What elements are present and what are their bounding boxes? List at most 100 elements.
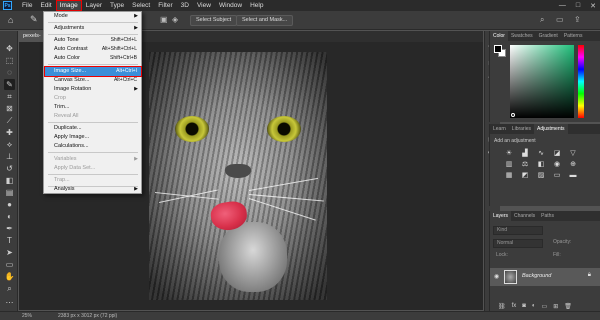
- tab-libraries[interactable]: Libraries: [509, 124, 534, 134]
- path-selection-tool-icon[interactable]: ➤: [4, 247, 15, 258]
- color-lookup-icon[interactable]: ▦: [504, 172, 514, 180]
- pen-tool-icon[interactable]: ✒: [4, 223, 15, 234]
- enhance-edge-icon[interactable]: ◈: [172, 15, 178, 24]
- zoom-level[interactable]: 25%: [22, 312, 32, 320]
- menu-item-image-size[interactable]: Image Size... Alt+Ctrl+I: [44, 66, 142, 77]
- layer-style-icon[interactable]: fx: [512, 303, 517, 310]
- foreground-color-swatch[interactable]: [494, 45, 502, 53]
- menu-item-apply-image[interactable]: Apply Image...: [45, 133, 141, 142]
- menu-filter[interactable]: Filter: [154, 0, 176, 11]
- maximize-icon[interactable]: □: [576, 2, 580, 9]
- color-balance-icon[interactable]: ⚖: [520, 161, 530, 169]
- eyedropper-tool-icon[interactable]: ⟋: [4, 115, 15, 126]
- tab-adjustments[interactable]: Adjustments: [533, 124, 568, 134]
- tab-channels[interactable]: Channels: [511, 211, 538, 221]
- lock-icon[interactable]: 🔒︎: [588, 272, 591, 279]
- clone-stamp-tool-icon[interactable]: ⊥: [4, 151, 15, 162]
- search-icon[interactable]: ⌕: [540, 15, 544, 25]
- lasso-tool-icon[interactable]: ◌: [4, 67, 15, 78]
- more-tools-icon[interactable]: ⋯: [4, 297, 15, 308]
- eraser-tool-icon[interactable]: ◧: [4, 175, 15, 186]
- gradient-map-icon[interactable]: ▬: [568, 172, 578, 180]
- link-layers-icon[interactable]: ⛓: [498, 303, 506, 310]
- document-tab[interactable]: pexels-: [19, 31, 45, 42]
- layer-row-background[interactable]: ◉ Background 🔒︎: [490, 268, 600, 286]
- share-icon[interactable]: ⇪: [574, 15, 581, 24]
- add-mask-icon[interactable]: ◙: [522, 303, 526, 310]
- menu-window[interactable]: Window: [215, 0, 246, 11]
- close-icon[interactable]: ✕: [590, 2, 596, 10]
- quick-selection-tool-icon[interactable]: ✎: [4, 79, 15, 90]
- menu-select[interactable]: Select: [128, 0, 154, 11]
- menu-help[interactable]: Help: [246, 0, 267, 11]
- vibrance-icon[interactable]: ▽: [568, 150, 578, 158]
- tab-layers[interactable]: Layers: [490, 211, 512, 221]
- frame-tool-icon[interactable]: ⊠: [4, 103, 15, 114]
- quick-selection-brush-icon[interactable]: ✎: [30, 14, 38, 25]
- layer-name[interactable]: Background: [522, 273, 551, 279]
- hand-tool-icon[interactable]: ✋: [4, 271, 15, 282]
- menu-layer[interactable]: Layer: [82, 0, 106, 11]
- new-group-icon[interactable]: ▭: [542, 303, 548, 310]
- menu-type[interactable]: Type: [106, 0, 128, 11]
- healing-brush-tool-icon[interactable]: ✚: [4, 127, 15, 138]
- brush-tool-icon[interactable]: ⟡: [4, 139, 15, 150]
- black-white-icon[interactable]: ◧: [536, 161, 546, 169]
- minimize-icon[interactable]: —: [559, 2, 566, 9]
- exposure-icon[interactable]: ◪: [552, 150, 562, 158]
- menu-item-auto-color[interactable]: Auto Color Shift+Ctrl+B: [45, 54, 141, 63]
- tab-gradient[interactable]: Gradient: [536, 31, 561, 41]
- blur-tool-icon[interactable]: ●: [4, 199, 15, 210]
- menu-image[interactable]: Image: [55, 0, 82, 11]
- fill-label[interactable]: Fill:: [550, 252, 590, 261]
- rectangle-tool-icon[interactable]: ▭: [4, 259, 15, 270]
- channel-mixer-icon[interactable]: ⊕: [568, 161, 578, 169]
- menu-edit[interactable]: Edit: [36, 0, 55, 11]
- threshold-icon[interactable]: ▭: [552, 172, 562, 180]
- menu-item-adjustments[interactable]: Adjustments ▶: [45, 24, 141, 33]
- history-brush-tool-icon[interactable]: ↺: [4, 163, 15, 174]
- new-layer-icon[interactable]: ⊞: [553, 303, 558, 310]
- menu-item-auto-tone[interactable]: Auto Tone Shift+Ctrl+L: [45, 36, 141, 45]
- visibility-eye-icon[interactable]: ◉: [494, 273, 499, 280]
- menu-file[interactable]: File: [18, 0, 36, 11]
- dodge-tool-icon[interactable]: ◐: [4, 211, 15, 222]
- tab-learn[interactable]: Learn: [490, 124, 509, 134]
- workspace-icon[interactable]: ▭: [556, 15, 564, 24]
- sample-all-layers-icon[interactable]: ▣: [160, 15, 168, 24]
- posterize-icon[interactable]: ▨: [536, 172, 546, 180]
- marquee-tool-icon[interactable]: ⬚: [4, 55, 15, 66]
- color-picker-cursor[interactable]: [511, 113, 515, 117]
- saturation-value-picker[interactable]: [510, 45, 574, 118]
- new-adjustment-layer-icon[interactable]: ◐: [532, 303, 536, 310]
- menu-item-analysis[interactable]: Analysis ▶: [45, 185, 141, 194]
- crop-tool-icon[interactable]: ⌗: [4, 91, 15, 102]
- tab-swatches[interactable]: Swatches: [508, 31, 536, 41]
- home-icon[interactable]: ⌂: [8, 15, 13, 25]
- opacity-label[interactable]: Opacity:: [550, 239, 590, 248]
- menu-view[interactable]: View: [193, 0, 215, 11]
- tab-color[interactable]: Color: [490, 31, 508, 41]
- move-tool-icon[interactable]: ✥: [4, 43, 15, 54]
- menu-3d[interactable]: 3D: [177, 0, 193, 11]
- curves-icon[interactable]: ∿: [536, 150, 546, 158]
- hue-saturation-icon[interactable]: ▥: [504, 161, 514, 169]
- select-and-mask-button[interactable]: Select and Mask...: [236, 15, 294, 26]
- layer-kind-filter[interactable]: Kind: [493, 226, 543, 235]
- blend-mode-select[interactable]: Normal: [493, 239, 543, 248]
- menu-item-mode[interactable]: Mode ▶: [45, 12, 141, 21]
- menu-item-auto-contrast[interactable]: Auto Contrast Alt+Shift+Ctrl+L: [45, 45, 141, 54]
- zoom-tool-icon[interactable]: ⌕: [4, 283, 15, 294]
- menu-item-calculations[interactable]: Calculations...: [45, 142, 141, 151]
- select-subject-button[interactable]: Select Subject: [190, 15, 238, 26]
- invert-icon[interactable]: ◩: [520, 172, 530, 180]
- delete-layer-icon[interactable]: 🗑︎: [564, 303, 572, 310]
- tab-paths[interactable]: Paths: [538, 211, 557, 221]
- type-tool-icon[interactable]: T: [4, 235, 15, 246]
- menu-item-trim[interactable]: Trim...: [45, 103, 141, 112]
- photo-filter-icon[interactable]: ◉: [552, 161, 562, 169]
- menu-item-canvas-size[interactable]: Canvas Size... Alt+Ctrl+C: [45, 76, 141, 85]
- gradient-tool-icon[interactable]: ▤: [4, 187, 15, 198]
- menu-item-duplicate[interactable]: Duplicate...: [45, 124, 141, 133]
- brightness-contrast-icon[interactable]: ☀: [504, 150, 514, 158]
